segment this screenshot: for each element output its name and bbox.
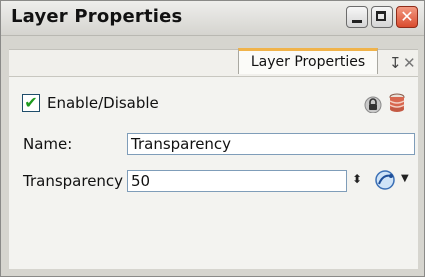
enable-label: Enable/Disable (47, 94, 159, 112)
lock-icon[interactable] (364, 95, 382, 113)
tab-strip: Layer Properties ↧ ✕ (9, 48, 418, 76)
stepper-arrows-icon[interactable]: ⬍ (352, 172, 362, 186)
maximize-icon (376, 11, 386, 21)
enable-checkbox[interactable]: ✔ (22, 94, 40, 112)
transparency-field[interactable]: 50 (127, 170, 347, 192)
chevron-down-icon[interactable]: ▼ (401, 173, 409, 184)
database-icon[interactable] (388, 93, 406, 113)
close-tab-icon[interactable]: ✕ (403, 54, 416, 72)
minimize-button[interactable] (346, 6, 368, 28)
title-bar[interactable]: Layer Properties ✕ (1, 1, 424, 36)
transparency-label: Transparency (23, 172, 124, 190)
name-label: Name: (23, 135, 73, 153)
check-icon: ✔ (24, 93, 38, 112)
curve-icon[interactable] (374, 169, 396, 191)
close-icon: ✕ (400, 7, 414, 26)
minimize-icon (352, 20, 362, 23)
name-field[interactable]: Transparency (127, 133, 415, 155)
tab-layer-properties[interactable]: Layer Properties (238, 48, 378, 74)
properties-panel: ✔ Enable/Disable Name: Transparency Tran… (9, 76, 418, 269)
layer-properties-window: Layer Properties ✕ Layer Properties ↧ ✕ … (0, 0, 425, 277)
pin-icon[interactable]: ↧ (389, 54, 402, 72)
maximize-button[interactable] (371, 6, 393, 28)
window-title: Layer Properties (11, 6, 183, 27)
close-button[interactable]: ✕ (396, 6, 418, 28)
